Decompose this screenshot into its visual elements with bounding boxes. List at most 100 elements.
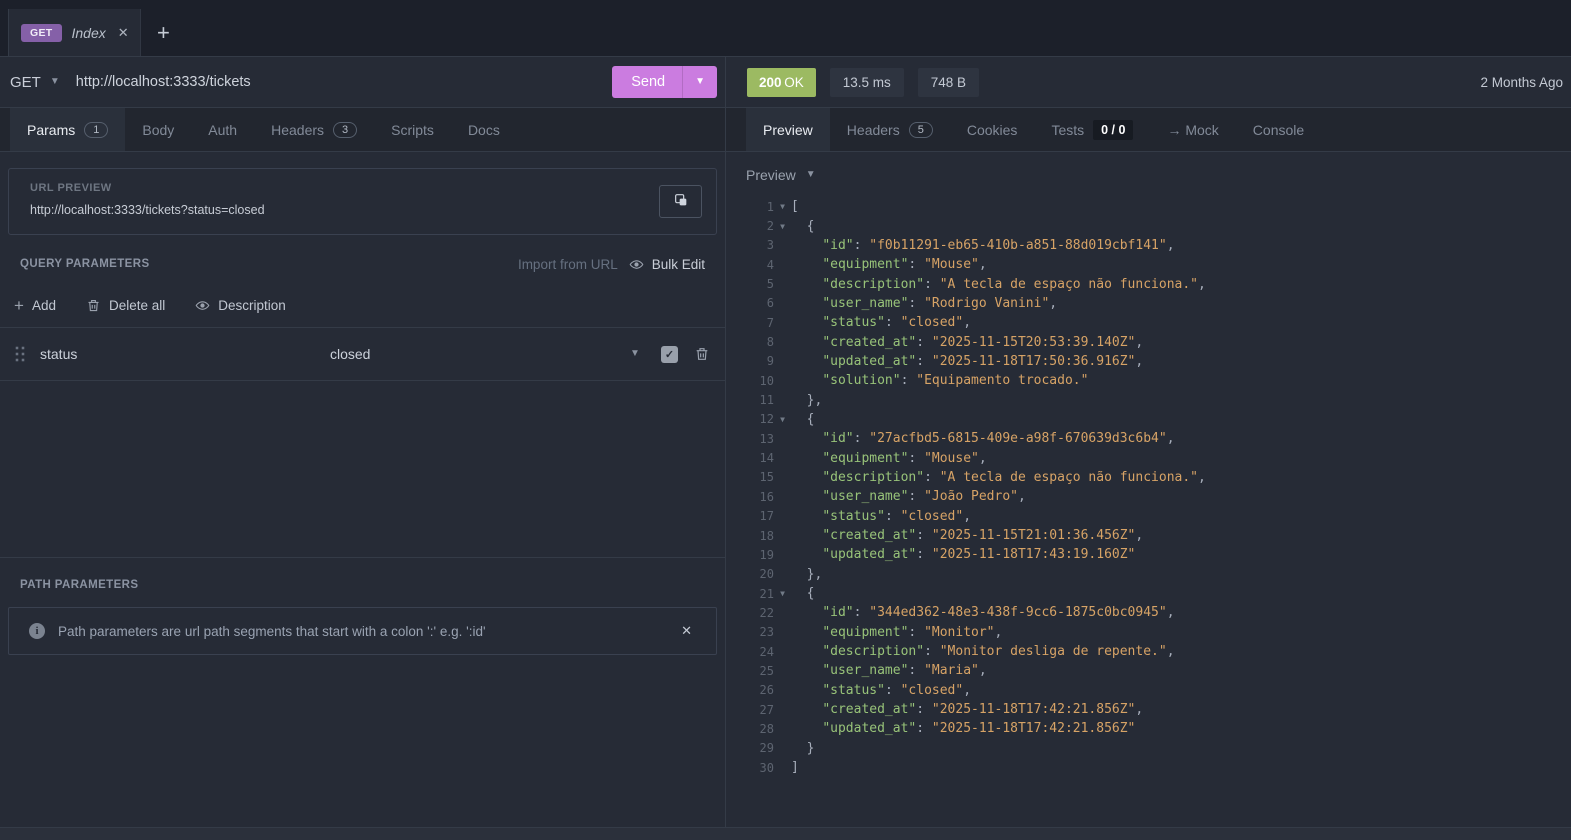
method-select[interactable]: GET ▼ [10,74,60,91]
tab-tests[interactable]: Tests 0 / 0 [1034,108,1150,151]
path-params-heading: PATH PARAMETERS [20,579,139,591]
code-text: [ [791,199,799,215]
tab-params[interactable]: Params 1 [10,108,126,151]
eye-icon [629,257,644,272]
copy-url-button[interactable] [659,185,702,218]
send-options-button[interactable]: ▼ [682,66,717,98]
bulk-edit-toggle[interactable]: Bulk Edit [629,257,705,272]
tests-counter-badge: 0 / 0 [1093,119,1134,140]
status-text: OK [784,74,804,90]
code-text: { [791,411,815,427]
import-from-url-button[interactable]: Import from URL [518,257,618,272]
tab-label: Console [1252,121,1305,138]
query-param-row: status closed ▼ ✓ [0,328,725,381]
param-enabled-checkbox[interactable]: ✓ [661,345,678,363]
main-panes: Params 1 Body Auth Headers 3 Scripts Docs URL P… [0,108,1571,840]
fold-caret-icon[interactable]: ▼ [774,202,791,211]
code-text: "solution": "Equipamento trocado." [822,373,1089,389]
code-text: "status": "closed", [822,508,972,524]
path-params-section: PATH PARAMETERS i Path parameters are ur… [0,557,725,655]
chevron-down-icon: ▼ [49,76,60,87]
code-line: 2 ▼ { [726,216,1571,235]
tab-auth[interactable]: Auth [191,108,254,151]
line-number: 12 [759,412,774,427]
tab-body[interactable]: Body [125,108,191,151]
preview-mode-select[interactable]: Preview ▼ [726,152,1571,188]
api-client-window: GET Index ✕ + GET ▼ http://localhost:333… [0,0,1571,840]
code-line: 20 }, [726,565,1571,584]
delete-all-params-button[interactable]: Delete all [86,298,165,313]
drag-handle[interactable] [14,345,26,363]
line-number: 22 [759,605,774,620]
url-preview-value: http://localhost:3333/tickets?status=clo… [30,203,265,217]
tab-label: Body [142,121,175,138]
request-pane: Params 1 Body Auth Headers 3 Scripts Docs URL P… [0,108,726,840]
new-tab-button[interactable]: + [141,9,186,56]
tab-docs[interactable]: Docs [451,108,517,151]
chevron-down-icon: ▼ [695,76,705,87]
line-number: 28 [759,721,774,736]
line-number: 9 [766,354,774,369]
tab-preview[interactable]: Preview [746,108,830,151]
toggle-description-button[interactable]: Description [195,298,286,313]
code-text: "status": "closed", [822,682,972,698]
banner-close-icon[interactable]: ✕ [681,623,692,639]
tab-headers[interactable]: Headers 5 [830,108,950,151]
code-text: "user_name": "João Pedro", [822,489,1026,505]
tab-count-badge: 1 [84,121,109,138]
tab-mock[interactable]: → Mock [1150,108,1235,151]
code-line: 17 "status": "closed", [726,507,1571,526]
fold-caret-icon[interactable]: ▼ [774,589,791,598]
query-params-table: status closed ▼ ✓ [0,327,725,381]
tab-label: Docs [467,121,500,138]
tab-strip-pad [0,9,9,56]
code-text: "equipment": "Mouse", [822,257,987,273]
line-number: 13 [759,431,774,446]
bulk-edit-label: Bulk Edit [651,256,705,272]
code-line: 18 "created_at": "2025-11-15T21:01:36.45… [726,526,1571,545]
tab-headers[interactable]: Headers 3 [254,108,374,151]
line-number: 25 [759,663,774,678]
tab-scripts[interactable]: Scripts [374,108,451,151]
send-button[interactable]: Send ▼ [612,66,717,98]
fold-caret-icon[interactable]: ▼ [774,222,791,231]
line-number: 2 [766,219,774,234]
request-url-section: GET ▼ http://localhost:3333/tickets Send… [0,57,726,107]
url-input[interactable]: http://localhost:3333/tickets [76,74,251,90]
tab-cookies[interactable]: Cookies [950,108,1035,151]
tab-count-badge: 3 [333,121,358,138]
line-number: 8 [766,335,774,350]
code-text: "created_at": "2025-11-15T20:53:39.140Z"… [822,334,1144,350]
line-number: 17 [759,509,774,524]
code-line: 16 "user_name": "João Pedro", [726,487,1571,506]
param-key-input[interactable]: status [40,346,77,362]
tab-method-badge: GET [21,23,62,42]
code-text: "created_at": "2025-11-18T17:42:21.856Z"… [822,702,1144,718]
code-text: } [791,740,815,756]
code-text: "description": "A tecla de espaço não fu… [822,276,1206,292]
delete-param-button[interactable] [694,346,710,362]
tab-label: Tests [1051,121,1085,138]
tab-label: Preview [763,121,813,138]
method-label: GET [10,73,41,91]
tab-label: Headers [846,121,900,138]
request-tab-index[interactable]: GET Index ✕ [9,9,141,56]
add-param-button[interactable]: + Add [14,297,56,314]
tab-label: Params [27,121,76,138]
code-text: "id": "f0b11291-eb65-410b-a851-88d019cbf… [822,237,1175,253]
tab-console[interactable]: Console [1236,108,1321,151]
chevron-down-icon[interactable]: ▼ [630,349,640,359]
response-meta-section: 200 OK 13.5 ms 748 B 2 Months Ago [726,57,1571,107]
code-line: 24 "description": "Monitor desliga de re… [726,642,1571,661]
tab-strip: GET Index ✕ + [0,0,1571,57]
line-number: 18 [759,528,774,543]
param-value-input[interactable]: closed [330,346,370,362]
code-line: 26 "status": "closed", [726,681,1571,700]
code-text: "id": "344ed362-48e3-438f-9cc6-1875c0bc0… [822,605,1175,621]
line-number: 15 [759,470,774,485]
info-icon: i [29,623,45,639]
line-number: 3 [766,238,774,253]
tab-label: → Mock [1167,121,1219,138]
tab-close-icon[interactable]: ✕ [118,25,129,41]
fold-caret-icon[interactable]: ▼ [774,415,791,424]
